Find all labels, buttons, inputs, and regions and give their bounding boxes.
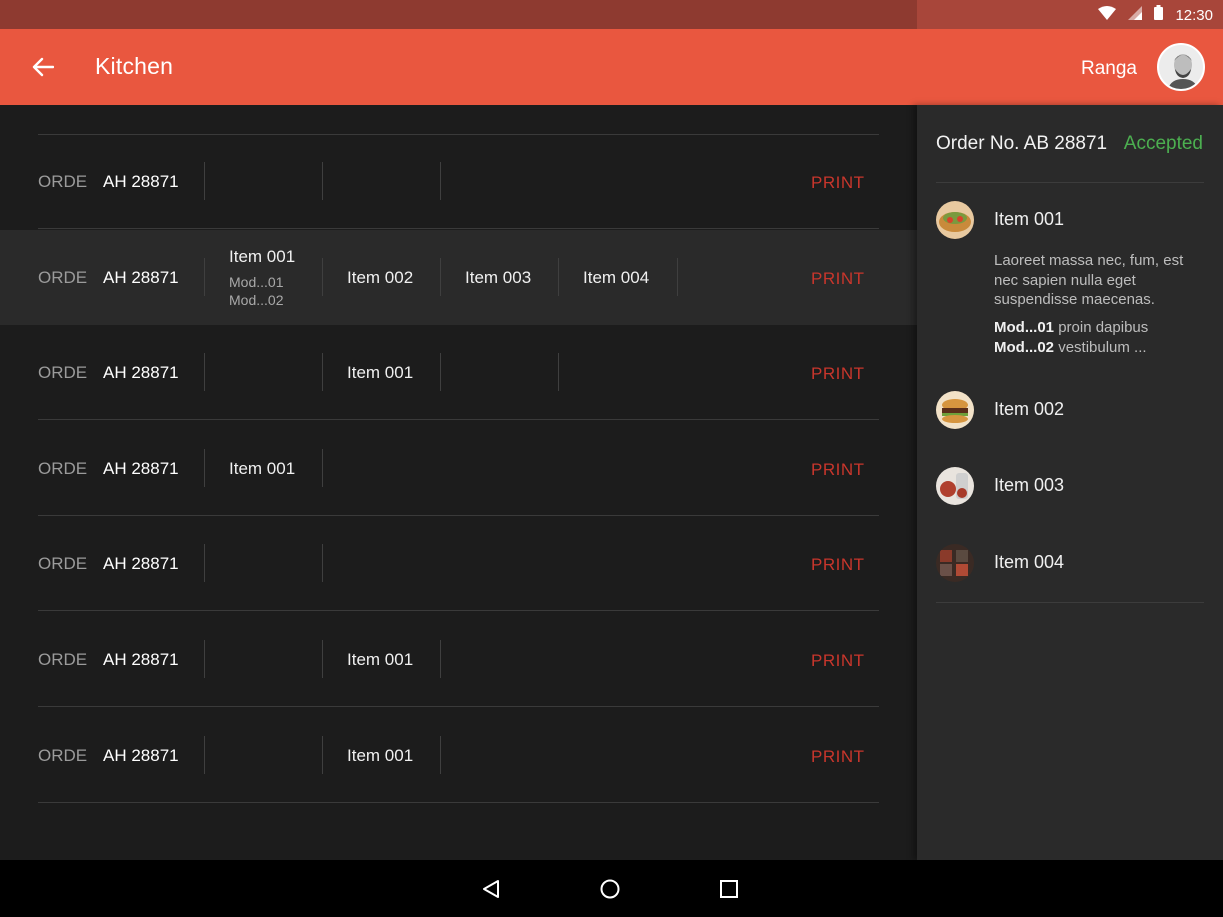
food-thumb-icon — [936, 201, 974, 239]
order-label: ORDE — [38, 172, 88, 191]
modifier-line: Mod...01 proin dapibus — [994, 318, 1148, 338]
nav-home-icon — [600, 879, 620, 899]
order-label: ORDE — [38, 746, 88, 765]
status-time: 12:30 — [1175, 6, 1213, 24]
item-modifier: Mod...01 — [229, 274, 284, 290]
order-number: AH 28871 — [103, 554, 179, 573]
order-item-cell[interactable]: Item 001 — [204, 421, 322, 516]
detail-item-name: Item 003 — [994, 475, 1065, 495]
modifier-code: Mod...02 — [994, 338, 1055, 356]
nav-back-button[interactable] — [475, 873, 507, 905]
modifier-line: Mod...02 vestibulum ... — [994, 338, 1148, 358]
app-bar: Kitchen — [0, 29, 917, 105]
nav-recents-button[interactable] — [713, 873, 745, 905]
detail-item[interactable]: Item 001 — [936, 201, 1204, 241]
order-number: AH 28871 — [103, 459, 179, 478]
order-row[interactable]: ORDE AH 28871 PRINT — [0, 516, 917, 611]
order-number: AH 28871 — [103, 172, 179, 191]
item-name: Item 002 — [347, 268, 414, 287]
item-name: Item 001 — [347, 746, 414, 765]
wifi-icon — [1098, 5, 1117, 25]
order-row[interactable]: ORDE AH 28871 Item 001 PRINT — [0, 708, 917, 803]
order-label: ORDE — [38, 554, 88, 573]
order-number: AH 28871 — [103, 363, 179, 382]
item-modifier: Mod...02 — [229, 292, 284, 308]
detail-item-name: Item 002 — [994, 399, 1065, 419]
user-bar: Ranga — [917, 29, 1223, 105]
print-button[interactable]: PRINT — [811, 460, 865, 480]
order-item-cell[interactable]: Item 001 — [322, 325, 440, 420]
print-button[interactable]: PRINT — [811, 173, 865, 193]
status-badge: Accepted — [1123, 133, 1203, 154]
system-nav-bar — [0, 860, 1223, 917]
detail-item[interactable]: Item 004 — [936, 544, 1204, 584]
detail-item-name: Item 004 — [994, 552, 1065, 572]
print-button[interactable]: PRINT — [811, 269, 865, 289]
item-name: Item 001 — [229, 459, 296, 478]
avatar[interactable] — [1157, 43, 1205, 91]
print-button[interactable]: PRINT — [811, 651, 865, 671]
item-description: Laoreet massa nec, fum, est nec sapien n… — [994, 252, 1184, 308]
order-row[interactable]: ORDE AH 28871 Item 001 PRINT — [0, 325, 917, 420]
item-modifiers: Mod...01 proin dapibus Mod...02 vestibul… — [994, 318, 1148, 357]
food-thumb-icon — [936, 467, 974, 505]
nav-home-button[interactable] — [594, 873, 626, 905]
signal-icon — [1128, 5, 1143, 25]
back-button[interactable] — [22, 46, 64, 88]
nav-back-icon — [483, 880, 499, 898]
order-number: AH 28871 — [103, 650, 179, 669]
order-item-cell[interactable]: Item 002 — [322, 230, 440, 325]
detail-order-title: Order No. AB 28871 — [936, 133, 1108, 154]
order-label: ORDE — [38, 363, 88, 382]
status-bar: 12:30 — [0, 0, 1223, 29]
order-number: AH 28871 — [103, 268, 179, 287]
arrow-left-icon — [32, 57, 54, 77]
item-name: Item 001 — [229, 247, 296, 266]
order-row[interactable]: ORDE AH 28871 PRINT — [0, 134, 917, 229]
detail-item-name: Item 001 — [994, 209, 1065, 229]
order-item-cell[interactable]: Item 001 — [322, 708, 440, 803]
item-name: Item 001 — [347, 650, 414, 669]
order-label: ORDE — [38, 459, 88, 478]
modifier-code: Mod...01 — [994, 319, 1055, 336]
order-item-cell[interactable]: Item 001 — [322, 612, 440, 707]
order-item-cell[interactable]: Item 001 Mod...01 Mod...02 — [204, 230, 322, 325]
detail-item[interactable]: Item 003 — [936, 467, 1204, 507]
user-name: Ranga — [1081, 58, 1137, 79]
item-name: Item 003 — [465, 268, 532, 287]
user-avatar-icon — [1159, 45, 1203, 89]
order-row-selected[interactable]: ORDE AH 28871 Item 001 Mod...01 Mod...02… — [0, 230, 917, 325]
food-thumb-icon — [936, 391, 974, 429]
battery-icon — [1154, 5, 1164, 25]
modifier-text: proin dapibus — [1058, 319, 1149, 336]
detail-item[interactable]: Item 002 — [936, 391, 1204, 431]
nav-recents-icon — [720, 880, 738, 898]
order-number: AH 28871 — [103, 746, 179, 765]
print-button[interactable]: PRINT — [811, 747, 865, 767]
item-name: Item 001 — [347, 363, 414, 382]
print-button[interactable]: PRINT — [811, 555, 865, 575]
order-detail-panel: Order No. AB 28871 Accepted Item 001 Ite… — [917, 105, 1223, 860]
order-label: ORDE — [38, 268, 88, 287]
order-row[interactable]: ORDE AH 28871 Item 001 PRINT — [0, 421, 917, 516]
order-item-cell[interactable]: Item 004 — [558, 230, 676, 325]
page-title: Kitchen — [95, 53, 174, 79]
orders-list: ORDE AH 28871 PRINT ORDE AH 28871 Item 0… — [0, 105, 917, 860]
order-row[interactable]: ORDE AH 28871 Item 001 PRINT — [0, 612, 917, 707]
order-label: ORDE — [38, 650, 88, 669]
food-thumb-icon — [936, 544, 974, 582]
item-name: Item 004 — [583, 268, 650, 287]
print-button[interactable]: PRINT — [811, 364, 865, 384]
order-item-cell[interactable]: Item 003 — [440, 230, 558, 325]
modifier-text: vestibulum ... — [1058, 338, 1147, 356]
